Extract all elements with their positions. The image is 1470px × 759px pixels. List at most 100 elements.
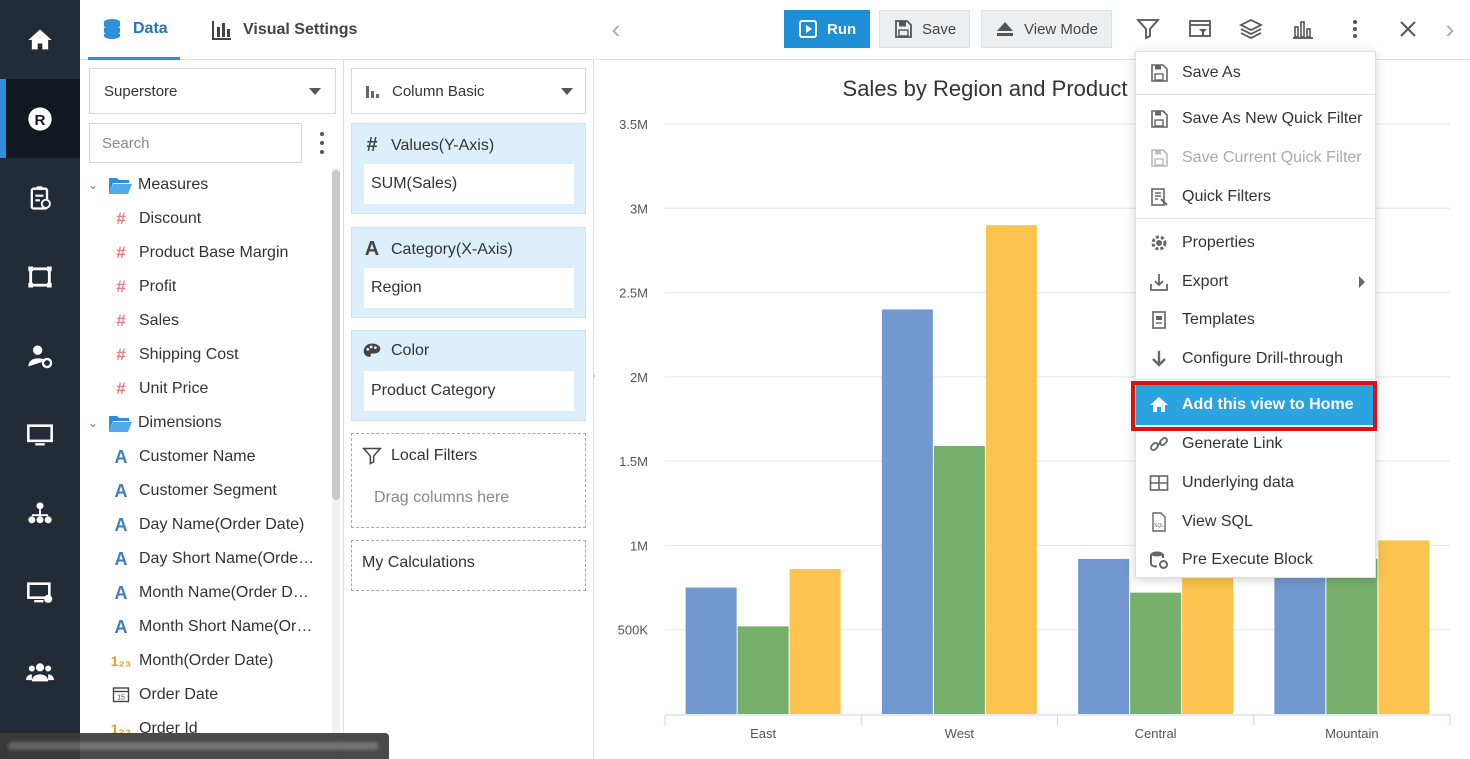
- bar: [737, 626, 789, 714]
- menu-item-save-as-new-quick-filter[interactable]: Save As New Quick Filter: [1136, 100, 1375, 138]
- category-pill[interactable]: Region: [364, 268, 574, 308]
- menu-item-quick-filters[interactable]: Quick Filters: [1136, 178, 1375, 216]
- values-pill[interactable]: SUM(Sales): [364, 164, 574, 204]
- fields-panel: Superstore ⌄ Measures # Discount # Product Ba…: [80, 60, 344, 759]
- filter-icon[interactable]: [1133, 14, 1163, 44]
- menu-item-underlying-data[interactable]: Underlying data: [1136, 464, 1375, 502]
- user-settings-icon[interactable]: [0, 316, 80, 395]
- view-mode-button[interactable]: View Mode: [981, 10, 1112, 48]
- menu-item-generate-link[interactable]: Generate Link: [1136, 425, 1375, 463]
- field-item-label: Month Short Name(Or…: [139, 618, 313, 635]
- filter-panel-icon[interactable]: [1185, 14, 1215, 44]
- more-options-menu: Save As Save As New Quick Filter Save Curr…: [1135, 51, 1376, 578]
- field-item[interactable]: # Sales: [110, 304, 179, 338]
- field-item-label: Profit: [139, 278, 177, 295]
- field-item[interactable]: 15 Order Date: [110, 678, 218, 712]
- dashboard-icon[interactable]: [0, 237, 80, 316]
- remote-desktop-icon[interactable]: [0, 553, 80, 632]
- y-tick-label: 1.5M: [619, 454, 648, 469]
- tab-visual-settings[interactable]: Visual Settings: [198, 0, 369, 60]
- menu-item-add-this-view-to-home[interactable]: Add this view to Home: [1136, 385, 1375, 425]
- menu-item-view-sql[interactable]: SQL View SQL: [1136, 503, 1375, 541]
- color-shelf[interactable]: Color Product Category: [351, 330, 586, 421]
- layers-icon[interactable]: [1236, 14, 1266, 44]
- local-filters-dropzone[interactable]: Local Filters Drag columns here: [351, 433, 586, 528]
- field-item[interactable]: A Day Short Name(Orde…: [110, 542, 315, 576]
- close-icon[interactable]: [1393, 14, 1423, 44]
- y-tick-label: 2M: [630, 370, 648, 385]
- gear-icon: [1136, 233, 1182, 253]
- field-item[interactable]: A Month Short Name(Or…: [110, 610, 313, 644]
- search-input[interactable]: [89, 123, 302, 163]
- datasource-select[interactable]: Superstore: [89, 68, 336, 114]
- hash-icon: #: [116, 379, 126, 398]
- my-calculations[interactable]: My Calculations: [351, 540, 586, 591]
- chart-icon[interactable]: [1288, 14, 1318, 44]
- org-chart-icon[interactable]: [0, 474, 80, 553]
- field-item[interactable]: # Discount: [110, 202, 201, 236]
- menu-item-properties[interactable]: Properties: [1136, 224, 1375, 262]
- eject-icon: [997, 22, 1013, 36]
- field-item[interactable]: A Customer Name: [110, 440, 256, 474]
- hash-icon: #: [116, 243, 126, 262]
- menu-item-save-as[interactable]: Save As: [1136, 54, 1375, 92]
- checklist-icon[interactable]: [0, 158, 80, 237]
- templates-icon: [1136, 310, 1182, 330]
- bar: [685, 587, 737, 714]
- values-shelf-title: Values(Y-Axis): [391, 136, 495, 154]
- bar: [1182, 558, 1234, 714]
- menu-item-export[interactable]: Export: [1136, 263, 1375, 301]
- chevron-right-icon[interactable]: ›: [1435, 14, 1465, 44]
- save-button[interactable]: Save: [879, 10, 971, 48]
- field-item-label: Shipping Cost: [139, 346, 239, 363]
- menu-item-configure-drill-through[interactable]: Configure Drill-through: [1136, 340, 1375, 378]
- field-item-label: Sales: [139, 312, 180, 329]
- menu-item-save-as-new-quick-filter-label: Save As New Quick Filter: [1182, 110, 1363, 127]
- menu-item-generate-link-label: Generate Link: [1182, 435, 1283, 452]
- bar: [1326, 558, 1378, 714]
- menu-item-templates[interactable]: Templates: [1136, 301, 1375, 339]
- chevron-left-icon[interactable]: ‹: [601, 14, 631, 44]
- menu-item-save-current-quick-filter: Save Current Quick Filter: [1136, 139, 1375, 177]
- field-item[interactable]: # Shipping Cost: [110, 338, 239, 372]
- color-shelf-title: Color: [391, 342, 430, 359]
- y-tick-label: 2.5M: [619, 286, 648, 301]
- more-options-icon[interactable]: [312, 130, 332, 156]
- field-item[interactable]: # Unit Price: [110, 372, 208, 406]
- sql-file-icon: SQL: [1136, 512, 1182, 532]
- chart-type-select[interactable]: Column Basic: [351, 68, 586, 114]
- x-tick-label: East: [750, 726, 776, 741]
- scrollbar-thumb[interactable]: [332, 170, 340, 500]
- hash-icon: #: [366, 134, 378, 156]
- category-shelf[interactable]: A Category(X-Axis) Region: [351, 227, 586, 318]
- field-item[interactable]: A Day Name(Order Date): [110, 508, 305, 542]
- field-item[interactable]: # Profit: [110, 270, 176, 304]
- hash-icon: #: [116, 277, 126, 296]
- field-item[interactable]: A Customer Segment: [110, 474, 277, 508]
- menu-item-pre-execute-block[interactable]: Pre Execute Block: [1136, 541, 1375, 579]
- dimensions-folder-label: Dimensions: [138, 414, 222, 431]
- tab-data[interactable]: Data: [88, 0, 180, 60]
- values-shelf[interactable]: # Values(Y-Axis) SUM(Sales): [351, 123, 586, 214]
- field-item[interactable]: # Product Base Margin: [110, 236, 288, 270]
- reports-icon[interactable]: R: [0, 79, 80, 158]
- table-icon: [1136, 473, 1182, 493]
- home-icon[interactable]: [0, 0, 80, 79]
- icon-rail: R: [0, 0, 80, 759]
- field-item[interactable]: 1₂₃ Month(Order Date): [110, 644, 274, 678]
- text-field-icon: A: [114, 446, 128, 467]
- dimensions-folder[interactable]: ⌄ Dimensions: [88, 406, 222, 440]
- color-pill[interactable]: Product Category: [364, 371, 574, 411]
- measures-folder-label: Measures: [138, 176, 209, 193]
- monitor-icon[interactable]: [0, 395, 80, 474]
- field-item-label: Discount: [139, 210, 202, 227]
- more-icon[interactable]: [1340, 14, 1370, 44]
- shelves-panel: Column Basic # Values(Y-Axis) SUM(Sales) …: [344, 60, 594, 759]
- field-item-label: Product Base Margin: [139, 244, 289, 261]
- field-item[interactable]: A Month Name(Order D…: [110, 576, 309, 610]
- users-icon[interactable]: [0, 632, 80, 711]
- measures-folder[interactable]: ⌄ Measures: [88, 168, 208, 202]
- menu-item-configure-drill-through-label: Configure Drill-through: [1182, 350, 1343, 367]
- run-button[interactable]: Run: [784, 10, 871, 48]
- save-button-label: Save: [922, 20, 957, 38]
